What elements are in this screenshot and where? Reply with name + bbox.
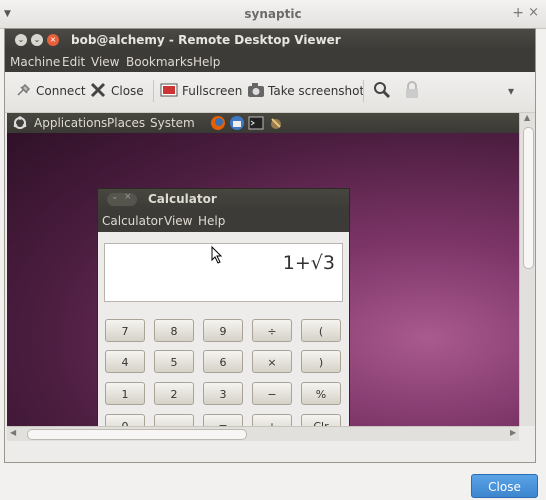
ubuntu-logo-icon[interactable] (13, 116, 27, 130)
rdv-menubar: Machine Edit View Bookmarks Help (5, 52, 535, 72)
take-screenshot-button[interactable]: Take screenshot (268, 84, 364, 98)
key-5[interactable]: 5 (154, 350, 194, 373)
key-2[interactable]: 2 (154, 382, 194, 405)
rdv-titlebar: ⌄ ⌄ × bob@alchemy - Remote Desktop Viewe… (5, 29, 535, 52)
toolbar-separator (363, 80, 364, 102)
toolbar-separator (153, 80, 154, 102)
menu-edit[interactable]: Edit (62, 55, 85, 69)
terminal-icon[interactable] (248, 115, 264, 131)
gimp-icon[interactable] (268, 115, 284, 131)
fullscreen-icon (160, 83, 178, 97)
calculator-keypad: 7 8 9 ÷ ( 4 5 6 × ) 1 2 3 − % 0 . = + Cl… (98, 189, 349, 426)
firefox-icon[interactable] (210, 115, 226, 131)
scroll-left-icon[interactable]: ◀ (10, 428, 16, 437)
outer-titlebar: ▼ synaptic + × (0, 0, 546, 29)
key-open-paren[interactable]: ( (301, 319, 341, 342)
toolbar-overflow-button[interactable]: ▾ (508, 84, 514, 98)
outer-window-title: synaptic (244, 7, 302, 21)
dialog-close-button[interactable]: Close (471, 474, 538, 498)
key-multiply[interactable]: × (252, 350, 292, 373)
key-clear[interactable]: Clr (301, 414, 341, 426)
maximize-button[interactable]: + (512, 5, 524, 21)
key-percent[interactable]: % (301, 382, 341, 405)
close-window-button[interactable]: × (528, 5, 539, 20)
panel-applications[interactable]: Applications (34, 116, 107, 130)
vertical-scrollbar[interactable]: ▲ (519, 113, 535, 426)
key-8[interactable]: 8 (154, 319, 194, 342)
connect-icon (17, 83, 31, 96)
remote-desktop-view[interactable]: Applications Places System ⌄ × Calculato… (7, 113, 519, 426)
key-7[interactable]: 7 (105, 319, 145, 342)
key-0[interactable]: 0 (105, 414, 145, 426)
camera-icon (248, 83, 264, 97)
key-9[interactable]: 9 (203, 319, 243, 342)
panel-system[interactable]: System (150, 116, 195, 130)
key-equals[interactable]: = (203, 414, 243, 426)
restore-icon[interactable]: ⌄ (31, 34, 43, 46)
key-add[interactable]: + (252, 414, 292, 426)
rdv-toolbar: Connect Close Fullscreen Take screenshot… (5, 72, 535, 113)
remote-top-panel: Applications Places System (7, 113, 519, 133)
horizontal-scrollbar[interactable]: ◀ ▶ (7, 426, 519, 441)
key-1[interactable]: 1 (105, 382, 145, 405)
scroll-right-icon[interactable]: ▶ (510, 428, 516, 437)
calculator-window: ⌄ × Calculator Calculator View Help 1+√3… (97, 188, 350, 426)
thunderbird-icon[interactable] (229, 115, 245, 131)
key-decimal[interactable]: . (154, 414, 194, 426)
rdv-title: bob@alchemy - Remote Desktop Viewer (71, 33, 341, 47)
zoom-icon[interactable] (373, 81, 391, 99)
key-6[interactable]: 6 (203, 350, 243, 373)
menu-machine[interactable]: Machine (10, 55, 60, 69)
key-subtract[interactable]: − (252, 382, 292, 405)
menu-bookmarks[interactable]: Bookmarks (126, 55, 193, 69)
close-icon (90, 82, 106, 98)
horizontal-scroll-thumb[interactable] (27, 429, 247, 440)
scroll-up-icon[interactable]: ▲ (524, 113, 530, 122)
key-divide[interactable]: ÷ (252, 319, 292, 342)
menu-help[interactable]: Help (193, 55, 220, 69)
lock-icon[interactable] (403, 81, 421, 99)
key-3[interactable]: 3 (203, 382, 243, 405)
menu-view[interactable]: View (91, 55, 119, 69)
remote-desktop-viewer-window: ⌄ ⌄ × bob@alchemy - Remote Desktop Viewe… (4, 28, 536, 463)
connect-button[interactable]: Connect (36, 84, 86, 98)
key-4[interactable]: 4 (105, 350, 145, 373)
close-icon[interactable]: × (47, 34, 59, 46)
vertical-scroll-thumb[interactable] (523, 127, 534, 269)
panel-places[interactable]: Places (107, 116, 145, 130)
minimize-icon[interactable]: ⌄ (15, 34, 27, 46)
close-connection-button[interactable]: Close (111, 84, 144, 98)
fullscreen-button[interactable]: Fullscreen (182, 84, 242, 98)
key-close-paren[interactable]: ) (301, 350, 341, 373)
